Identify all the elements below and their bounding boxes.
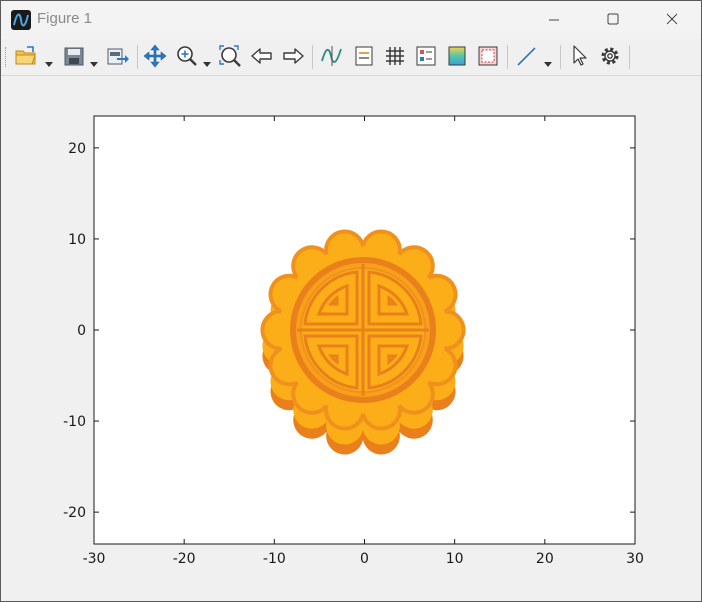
x-tick-label: -20 xyxy=(173,551,196,567)
close-button[interactable] xyxy=(649,1,695,39)
chevron-down-icon xyxy=(544,62,552,67)
chevron-down-icon xyxy=(203,62,211,67)
settings-button[interactable] xyxy=(597,43,623,69)
line-style-dropdown[interactable] xyxy=(544,53,552,67)
export-icon xyxy=(107,48,129,65)
colorbar-button[interactable] xyxy=(413,43,439,69)
forward-button[interactable] xyxy=(280,43,306,69)
x-tick-label: 20 xyxy=(536,551,554,567)
legend-icon xyxy=(355,46,373,66)
y-tick-label: -20 xyxy=(63,505,86,521)
forward-arrow-icon xyxy=(283,48,304,64)
x-tick-label: 0 xyxy=(360,551,369,567)
zoom-in-icon xyxy=(177,46,197,66)
colormap-button[interactable] xyxy=(444,43,470,69)
toolbar-separator xyxy=(560,45,561,69)
x-tick-label: 30 xyxy=(626,551,644,567)
zoom-fit-icon xyxy=(219,45,241,67)
app-logo-icon xyxy=(11,10,31,30)
y-tick-label: -10 xyxy=(63,414,86,430)
x-tick-label: -30 xyxy=(83,551,106,567)
open-file-icon xyxy=(15,46,36,65)
colormap-icon xyxy=(448,46,466,66)
open-file-button[interactable] xyxy=(13,43,39,69)
zoom-dropdown[interactable] xyxy=(203,53,211,67)
pan-icon xyxy=(143,44,167,68)
back-arrow-icon xyxy=(251,48,272,64)
export-button[interactable] xyxy=(105,43,131,69)
minimize-icon xyxy=(549,19,559,21)
chevron-down-icon xyxy=(90,62,98,67)
pan-button[interactable] xyxy=(142,43,168,69)
select-button[interactable] xyxy=(566,43,592,69)
open-dropdown[interactable] xyxy=(45,53,53,67)
figure-window: Figure 1 -30 -20 -10 0 10 20 30 -20 -10 … xyxy=(0,0,702,602)
save-dropdown[interactable] xyxy=(90,53,98,67)
y-tick-label: 10 xyxy=(68,232,86,248)
colorbar-icon xyxy=(416,46,436,66)
chevron-down-icon xyxy=(45,62,53,67)
toolbar-separator xyxy=(137,45,138,69)
minimize-button[interactable] xyxy=(531,1,577,39)
box-button[interactable] xyxy=(475,43,501,69)
toolbar xyxy=(1,39,701,76)
toolbar-grip[interactable] xyxy=(5,47,8,67)
save-icon xyxy=(64,47,84,66)
axes-plot[interactable]: -30 -20 -10 0 10 20 30 -20 -10 0 10 20 xyxy=(1,76,701,601)
data-cursor-button[interactable] xyxy=(319,43,345,69)
box-icon xyxy=(478,46,498,66)
settings-gear-icon xyxy=(601,47,619,65)
window-title: Figure 1 xyxy=(37,10,93,27)
y-tick-label: 20 xyxy=(68,141,86,157)
legend-button[interactable] xyxy=(351,43,377,69)
toolbar-separator xyxy=(312,45,313,69)
zoom-in-button[interactable] xyxy=(174,43,200,69)
grid-icon xyxy=(386,47,404,65)
figure-canvas[interactable]: -30 -20 -10 0 10 20 30 -20 -10 0 10 20 xyxy=(1,76,701,601)
maximize-icon xyxy=(607,13,619,25)
y-tick-label: 0 xyxy=(77,323,86,339)
title-bar: Figure 1 xyxy=(1,1,701,39)
toolbar-separator xyxy=(629,45,630,69)
x-tick-label: -10 xyxy=(263,551,286,567)
maximize-button[interactable] xyxy=(589,1,635,39)
save-button[interactable] xyxy=(61,43,87,69)
grid-button[interactable] xyxy=(382,43,408,69)
select-pointer-icon xyxy=(573,45,587,66)
data-cursor-icon xyxy=(321,46,342,66)
line-style-icon xyxy=(517,47,536,66)
line-style-button[interactable] xyxy=(514,43,540,69)
zoom-fit-button[interactable] xyxy=(217,43,243,69)
back-button[interactable] xyxy=(249,43,275,69)
toolbar-separator xyxy=(507,45,508,69)
x-tick-label: 10 xyxy=(446,551,464,567)
close-icon xyxy=(666,13,678,25)
